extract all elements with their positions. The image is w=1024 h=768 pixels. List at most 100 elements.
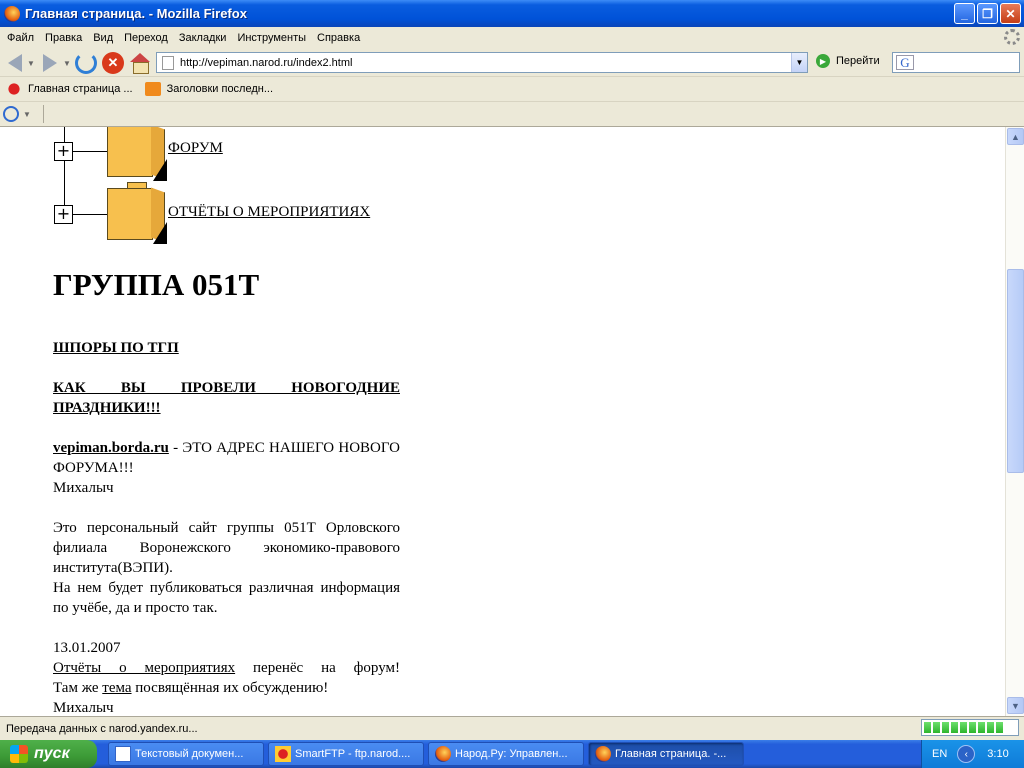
language-indicator[interactable]: EN [932,748,947,760]
menu-view[interactable]: Вид [93,32,113,44]
progress-segment [996,722,1003,733]
menu-file[interactable]: Файл [7,32,34,44]
search-input[interactable]: G [892,52,1020,73]
title-bar: Главная страница. - Mozilla Firefox _ ❐ … [0,0,1024,27]
progress-segment [987,722,994,733]
firefox-icon [435,746,451,762]
chevron-down-icon[interactable]: ▼ [23,110,31,119]
rss-icon [144,82,161,96]
reload-icon [75,52,97,74]
page-icon [162,55,174,70]
task-smartftp[interactable]: SmartFTP - ftp.narod.... [268,742,424,766]
news-text: посвящённая их обсуждению! [131,680,329,696]
show-hidden-icons-icon[interactable]: ‹ [957,745,976,763]
tree-link-forum[interactable]: ФОРУМ [168,140,223,157]
home-icon [129,53,151,74]
tree-link-reports[interactable]: ОТЧЁТЫ О МЕРОПРИЯТИЯХ [168,204,370,221]
task-label: Народ.Ру: Управлен... [455,748,568,760]
bookmark-main-page[interactable]: Главная страница ... [6,82,133,96]
chevron-down-icon: ▼ [63,58,71,68]
google-icon[interactable]: G [896,55,914,70]
menu-edit[interactable]: Правка [45,32,82,44]
shpory-link[interactable]: ШПОРЫ ПО ТГП [53,340,179,356]
smartftp-icon [275,746,291,762]
back-dropdown[interactable]: ▼ [27,51,35,75]
go-button[interactable]: ▶ Перейти [816,54,880,68]
page-content: + ФОРУМ + ОТЧЁТЫ О МЕРОПРИЯТИЯХ ГРУППА 0… [0,127,1005,716]
signature: Михалыч [53,700,114,716]
bookmark-latest-headlines[interactable]: Заголовки последн... [144,82,274,96]
menu-tools[interactable]: Инструменты [237,32,306,44]
forward-arrow-icon [43,54,57,72]
scroll-up-button[interactable]: ▲ [1007,128,1024,145]
url-dropdown-button[interactable]: ▼ [791,53,807,72]
forward-button[interactable] [39,51,61,75]
folder-icon [107,182,167,244]
toolbar-plugin-icon[interactable] [3,106,19,122]
holidays-block: КАК ВЫ ПРОВЕЛИ НОВОГОДНИЕ ПРАЗДНИКИ!!! [53,378,400,418]
task-label: Текстовый докумен... [135,748,244,760]
taskbar: пуск Текстовый докумен... SmartFTP - ftp… [0,740,1024,768]
page-heading: ГРУППА 051Т [53,267,260,302]
expand-forum-button[interactable]: + [54,142,73,161]
holidays-link[interactable]: КАК ВЫ ПРОВЕЛИ НОВОГОДНИЕ ПРАЗДНИКИ!!! [53,380,400,416]
news-text: перенёс на форум! [235,660,400,676]
restore-button[interactable]: ❐ [977,3,998,24]
news-block: 13.01.2007 Отчёты о мероприятиях перенёс… [53,638,400,716]
forward-dropdown[interactable]: ▼ [63,51,71,75]
forum-notice: vepiman.borda.ru - ЭТО АДРЕС НАШЕГО НОВО… [53,438,400,498]
back-arrow-icon [8,54,22,72]
bookmark-label: Заголовки последн... [166,83,274,95]
status-bar: Передача данных с narod.yandex.ru... [0,716,1024,740]
stop-button[interactable]: ✕ [101,51,125,75]
menu-help[interactable]: Справка [317,32,360,44]
stop-icon: ✕ [102,52,124,74]
news-date: 13.01.2007 [53,640,121,656]
news-text: Там же [53,680,103,696]
vertical-scrollbar[interactable]: ▲ ▼ [1005,127,1024,716]
expand-reports-button[interactable]: + [54,205,73,224]
window-title: Главная страница. - Mozilla Firefox [25,6,247,21]
folder-icon [107,127,167,181]
bookmarks-toolbar: Главная страница ... Заголовки последн..… [0,77,1024,102]
topic-link[interactable]: тема [102,680,131,696]
bookmark-label: Главная страница ... [28,83,133,95]
url-text: http://vepiman.narod.ru/index2.html [180,56,353,69]
progress-segment [960,722,967,733]
go-arrow-icon: ▶ [816,54,830,68]
extra-toolbar: ▼ [0,102,1024,127]
close-button[interactable]: ✕ [1000,3,1021,24]
chevron-down-icon: ▼ [27,58,35,68]
window-controls: _ ❐ ✕ [954,3,1021,24]
firefox-icon [595,746,611,762]
home-button[interactable] [128,51,152,75]
menu-bar: Файл Правка Вид Переход Закладки Инструм… [0,27,1024,48]
scroll-thumb[interactable] [1007,269,1024,473]
menu-go[interactable]: Переход [124,32,168,44]
windows-logo-icon [10,745,28,763]
task-label: SmartFTP - ftp.narod.... [295,748,411,760]
task-main-page[interactable]: Главная страница. -... [588,742,744,766]
reports-link[interactable]: Отчёты о мероприятиях [53,660,235,676]
about-text: На нем будет публиковаться различная инф… [53,580,400,616]
reload-button[interactable] [74,51,98,75]
firefox-icon [4,5,20,22]
minimize-button[interactable]: _ [954,3,975,24]
progress-segment [978,722,985,733]
task-label: Главная страница. -... [615,748,727,760]
task-text-document[interactable]: Текстовый докумен... [108,742,264,766]
address-bar[interactable]: http://vepiman.narod.ru/index2.html ▼ [156,52,808,73]
progress-segment [924,722,931,733]
scroll-down-button[interactable]: ▼ [1007,697,1024,714]
forum-address-link[interactable]: vepiman.borda.ru [53,440,169,456]
start-label: пуск [34,745,70,762]
start-button[interactable]: пуск [0,740,97,768]
toolbar-separator [42,105,44,123]
shpory-block: ШПОРЫ ПО ТГП [53,338,400,358]
system-tray: EN ‹ 3:10 [921,740,1024,768]
progress-bar [921,719,1019,736]
menu-bookmarks[interactable]: Закладки [179,32,227,44]
task-narod[interactable]: Народ.Ру: Управлен... [428,742,584,766]
throbber-icon [1004,29,1020,45]
back-button[interactable] [4,51,26,75]
